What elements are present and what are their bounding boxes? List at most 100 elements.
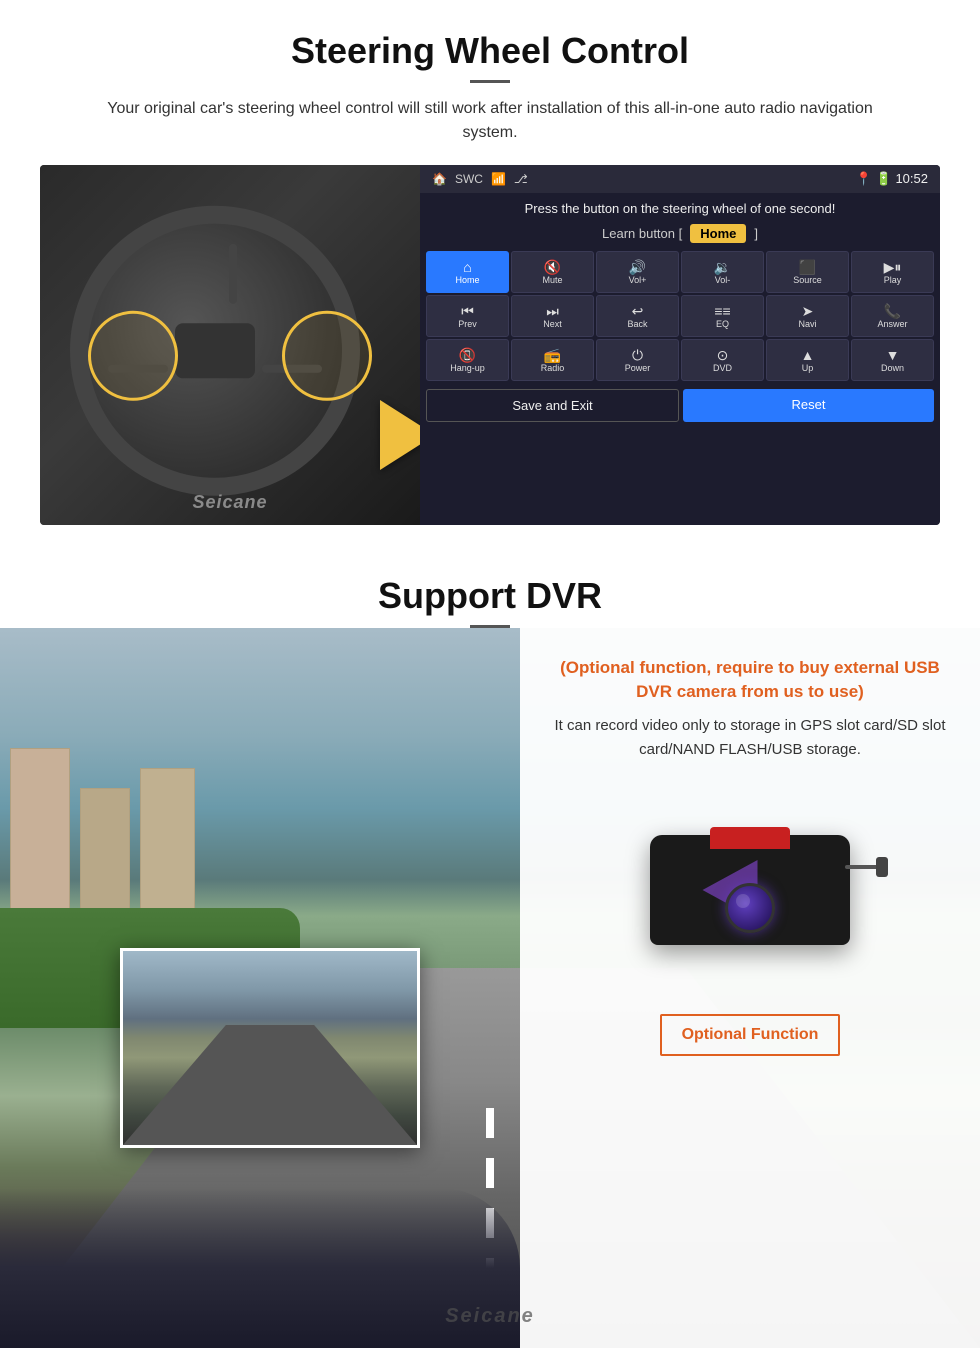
source-btn-label: Source [793,276,822,285]
btn-answer[interactable]: 📞 Answer [851,295,934,337]
btn-volplus[interactable]: 🔊 Vol+ [596,251,679,293]
swc-image-block: Seicane 🏠 SWC 📶 ⎇ 📍 🔋 10:52 Press the bu… [40,165,940,525]
swc-section: Steering Wheel Control Your original car… [0,0,980,545]
btn-dvd[interactable]: ⊙ DVD [681,339,764,381]
swc-description: Your original car's steering wheel contr… [80,97,900,145]
dvr-description: It can record video only to storage in G… [548,714,952,762]
volplus-btn-label: Vol+ [629,276,647,285]
play-btn-label: Play [884,276,902,285]
dvr-image-block: Seicane (Optional function, require to b… [0,628,980,1348]
power-btn-icon: ⏻ [632,348,643,362]
home-icon: 🏠 [432,172,447,186]
btn-home[interactable]: ⌂ Home [426,251,509,293]
swc-button-grid: ⌂ Home 🔇 Mute 🔊 Vol+ 🔉 Vol- ⬛ Sourc [420,251,940,385]
btn-back[interactable]: ↩ Back [596,295,679,337]
learn-active[interactable]: Home [690,224,746,243]
save-exit-button[interactable]: Save and Exit [426,389,679,422]
camera-body [650,835,850,945]
mute-btn-label: Mute [542,276,562,285]
dvr-optional-title: (Optional function, require to buy exter… [548,656,952,704]
eq-btn-icon: ≡≡ [714,304,730,318]
back-btn-label: Back [627,320,647,329]
swc-divider [470,80,510,83]
swc-time: 📍 🔋 10:52 [856,171,928,187]
vehicle-silhouette [0,1188,520,1348]
btn-next[interactable]: ⏭ Next [511,295,594,337]
dvr-screenshot-road [123,1025,417,1145]
btn-down[interactable]: ▼ Down [851,339,934,381]
dvr-brand-watermark: Seicane [445,1305,535,1328]
reset-button[interactable]: Reset [683,389,934,422]
hangup-btn-icon: 📵 [459,348,476,362]
learn-prefix: Learn button [ [602,226,682,241]
dvr-section: Support DVR Seicane (Optional function, … [0,575,980,1348]
dvr-title: Support DVR [0,575,980,617]
swc-steering-photo: Seicane [40,165,420,525]
source-btn-icon: ⬛ [799,260,816,274]
swc-footer: Save and Exit Reset [426,389,934,422]
optional-function-badge: Optional Function [660,1014,841,1056]
btn-prev[interactable]: ⏮ Prev [426,295,509,337]
circle-highlight-left [88,311,178,401]
radio-btn-icon: 📻 [544,348,561,362]
volminus-btn-label: Vol- [715,276,731,285]
time-display: 10:52 [895,171,928,186]
next-btn-icon: ⏭ [546,304,559,318]
swc-ui-panel: 🏠 SWC 📶 ⎇ 📍 🔋 10:52 Press the button on … [420,165,940,525]
btn-hangup[interactable]: 📵 Hang-up [426,339,509,381]
camera-lens [725,883,775,933]
dvd-btn-label: DVD [713,364,732,373]
swc-prompt: Press the button on the steering wheel o… [420,193,940,220]
arrow-indicator [380,400,420,470]
camera-top-red [710,827,790,849]
answer-btn-icon: 📞 [884,304,901,318]
up-btn-label: Up [802,364,814,373]
dvr-camera-illustration [548,780,952,1000]
btn-up[interactable]: ▲ Up [766,339,849,381]
circle-highlight-right [282,311,372,401]
swc-topbar: 🏠 SWC 📶 ⎇ 📍 🔋 10:52 [420,165,940,193]
camera-connector [845,865,880,869]
wifi-icon: 🔋 [876,171,892,186]
btn-play[interactable]: ▶⏸ Play [851,251,934,293]
swc-label: SWC [455,172,483,186]
volplus-btn-icon: 🔊 [629,260,646,274]
btn-power[interactable]: ⏻ Power [596,339,679,381]
usb-icon: ⎇ [514,172,528,186]
btn-radio[interactable]: 📻 Radio [511,339,594,381]
eq-btn-label: EQ [716,320,729,329]
dvr-inset-screenshot [120,948,420,1148]
btn-mute[interactable]: 🔇 Mute [511,251,594,293]
power-btn-label: Power [625,364,651,373]
signal-icon: 📶 [491,172,506,186]
prev-btn-label: Prev [458,320,477,329]
mute-btn-icon: 🔇 [544,260,561,274]
back-btn-icon: ↩ [632,304,644,318]
radio-btn-label: Radio [541,364,565,373]
swc-topbar-left: 🏠 SWC 📶 ⎇ [432,172,528,186]
navi-btn-icon: ➤ [802,304,814,318]
prev-btn-icon: ⏮ [461,304,474,318]
dvr-screenshot-scene [123,951,417,1145]
steering-wheel [70,206,390,496]
up-btn-icon: ▲ [801,348,815,362]
down-btn-label: Down [881,364,904,373]
home-btn-label: Home [455,276,479,285]
gps-icon: 📍 [856,171,872,186]
play-btn-icon: ▶⏸ [884,260,902,274]
dvd-btn-icon: ⊙ [717,348,729,362]
sw-spoke-top [229,244,237,304]
btn-navi[interactable]: ➤ Navi [766,295,849,337]
down-btn-icon: ▼ [886,348,900,362]
learn-suffix: ] [754,226,758,241]
btn-source[interactable]: ⬛ Source [766,251,849,293]
btn-eq[interactable]: ≡≡ EQ [681,295,764,337]
dvr-info-panel: (Optional function, require to buy exter… [520,628,980,1348]
swc-left-brand: Seicane [192,492,267,513]
optional-fn-container: Optional Function [548,1014,952,1056]
btn-volminus[interactable]: 🔉 Vol- [681,251,764,293]
answer-btn-label: Answer [877,320,907,329]
volminus-btn-icon: 🔉 [714,260,731,274]
swc-learn-bar: Learn button [ Home ] [420,220,940,251]
swc-title: Steering Wheel Control [40,30,940,72]
